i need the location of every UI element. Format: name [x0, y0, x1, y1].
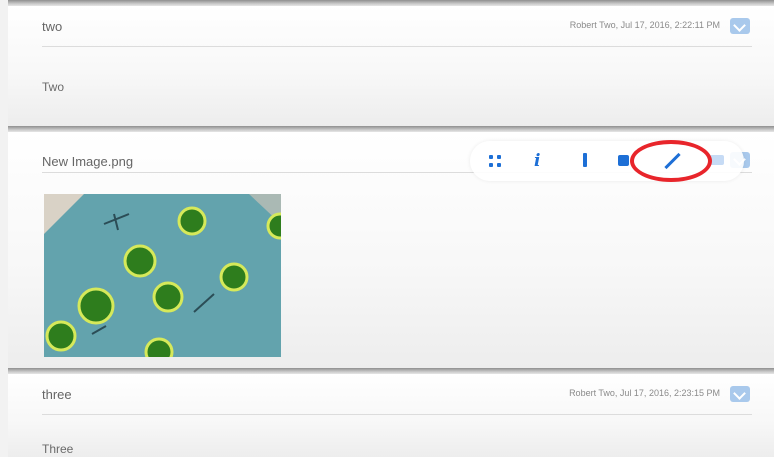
post-meta: Robert Two, Jul 17, 2016, 2:22:11 PM — [569, 20, 720, 30]
share-icon[interactable] — [616, 151, 634, 171]
post-image-thumbnail[interactable] — [44, 194, 281, 357]
pencil-icon[interactable] — [663, 151, 681, 171]
info-icon[interactable]: i — [534, 151, 552, 171]
post-title: two — [42, 19, 63, 34]
post-card-two: two Robert Two, Jul 17, 2016, 2:22:11 PM… — [8, 6, 774, 126]
chevron-down-icon[interactable] — [730, 386, 750, 402]
chevron-down-icon[interactable] — [730, 18, 750, 34]
post-body: Two — [42, 80, 65, 94]
dim-icon[interactable] — [708, 151, 726, 171]
grid-icon[interactable] — [486, 151, 504, 171]
post-card-three: three Robert Two, Jul 17, 2016, 2:23:15 … — [8, 374, 774, 457]
bar-icon[interactable] — [576, 151, 594, 171]
image-action-toolbar: i — [470, 141, 744, 181]
post-header: three Robert Two, Jul 17, 2016, 2:23:15 … — [42, 374, 752, 415]
post-meta: Robert Two, Jul 17, 2016, 2:23:15 PM — [569, 388, 720, 398]
post-header: two Robert Two, Jul 17, 2016, 2:22:11 PM — [42, 6, 752, 47]
post-title: New Image.png — [42, 154, 134, 169]
post-body: Three — [42, 442, 74, 456]
post-title: three — [42, 387, 72, 402]
